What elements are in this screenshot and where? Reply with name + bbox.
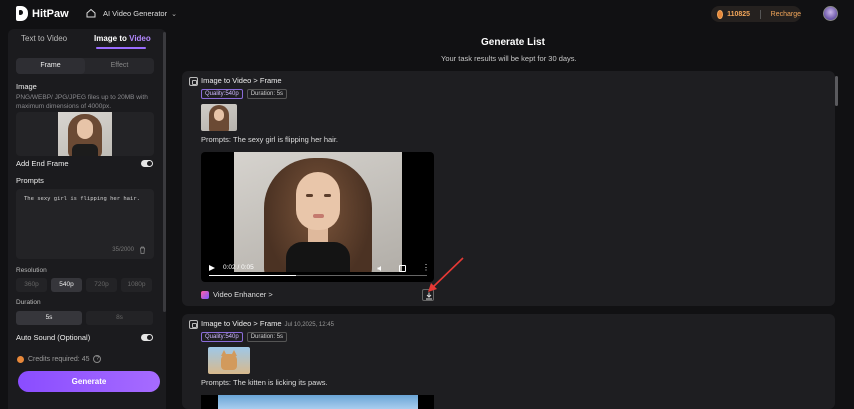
resolution-360p[interactable]: 360p (16, 278, 47, 292)
resolution-720p[interactable]: 720p (86, 278, 117, 292)
more-options-icon[interactable]: ⋮ (422, 264, 430, 272)
coin-icon (17, 355, 24, 363)
video-progress-bar[interactable] (209, 274, 427, 276)
task-source-thumbnail[interactable] (201, 104, 237, 131)
duration-badge: Duration: 5s (246, 89, 288, 99)
duration-5s[interactable]: 5s (16, 311, 82, 325)
info-icon[interactable]: ? (93, 355, 102, 363)
resolution-options: 360p 540p 720p 1080p (16, 278, 152, 292)
video-enhancer-link[interactable]: Video Enhancer > (201, 290, 273, 299)
video-time: 0:02 / 0:05 (223, 264, 254, 271)
top-bar: HitPaw AI Video Generator ⌄ 110825 Recha… (0, 0, 854, 28)
tab-image-label: Image to (94, 34, 130, 43)
video-frame (234, 152, 402, 272)
generator-tabs: Text to Video Image to Video (8, 29, 166, 49)
credits-pill[interactable]: 110825 Recharge (711, 6, 801, 22)
task-title: Image to Video > Frame Jul 10,2025, 12:45 (201, 319, 334, 328)
duration-options: 5s 8s (16, 311, 153, 325)
uploaded-image (58, 112, 112, 156)
auto-sound-toggle[interactable] (141, 334, 153, 341)
coin-icon (717, 9, 724, 19)
video-player[interactable] (201, 395, 434, 409)
mode-segment: Frame Effect (16, 58, 154, 74)
image-to-video-icon (189, 77, 198, 86)
mode-frame[interactable]: Frame (16, 58, 85, 74)
task-date: Jul 10,2025, 12:45 (284, 322, 334, 328)
task-badges: Quality:540p Duration: 5s (201, 332, 288, 342)
recharge-button[interactable]: Recharge (771, 11, 801, 18)
credits-required: Credits required: 45 ? (17, 355, 102, 363)
end-frame-label: Add End Frame (16, 159, 69, 168)
duration-8s[interactable]: 8s (86, 311, 153, 325)
duration-label: Duration (16, 299, 41, 306)
video-enhancer-icon (201, 290, 209, 299)
task-badges: Quality:540p Duration: 5s (201, 89, 288, 99)
prompt-text: The sexy girl is flipping her hair. (24, 196, 140, 202)
resolution-label: Resolution (16, 267, 47, 274)
main-scrollbar[interactable] (835, 76, 838, 106)
image-upload-area[interactable] (16, 112, 154, 156)
video-controls: 0:02 / 0:05 ⋮ (201, 260, 434, 282)
page-subtitle: Your task results will be kept for 30 da… (441, 54, 577, 63)
fullscreen-icon[interactable] (399, 265, 406, 272)
task-card: Image to Video > Frame Quality:540p Dura… (182, 71, 835, 306)
task-source-thumbnail[interactable] (208, 347, 250, 374)
prompt-input[interactable]: The sexy girl is flipping her hair. 35/2… (16, 189, 154, 259)
page-title: Generate List (481, 37, 545, 48)
active-tab-indicator (96, 47, 146, 49)
prompts-label: Prompts (16, 176, 44, 185)
user-avatar[interactable] (823, 6, 838, 21)
generate-button[interactable]: Generate (18, 371, 160, 392)
resolution-540p[interactable]: 540p (51, 278, 82, 292)
credit-balance: 110825 (727, 10, 751, 18)
resolution-1080p[interactable]: 1080p (121, 278, 152, 292)
image-label: Image (16, 82, 37, 91)
volume-icon[interactable] (377, 265, 384, 272)
ai-video-generator-menu[interactable]: AI Video Generator ⌄ (103, 9, 177, 18)
divider (760, 9, 761, 19)
tab-image-to-video[interactable]: Image to Video (94, 34, 151, 43)
download-button[interactable] (422, 289, 434, 301)
hitpaw-logo-icon (16, 6, 28, 21)
nav-label: AI Video Generator (103, 9, 168, 18)
credits-required-text: Credits required: 45 (28, 355, 90, 363)
end-frame-toggle[interactable] (141, 160, 153, 167)
sidebar-scrollbar[interactable] (163, 32, 166, 312)
mode-effect[interactable]: Effect (85, 58, 154, 74)
auto-sound-label: Auto Sound (Optional) (16, 333, 91, 342)
tab-video-label: Video (129, 34, 151, 43)
duration-badge: Duration: 5s (246, 332, 288, 342)
prompt-counter: 35/2000 (112, 247, 134, 253)
brand-name: HitPaw (32, 7, 69, 20)
quality-badge: Quality:540p (201, 89, 243, 99)
task-prompt: Prompts: The kitten is licking its paws. (201, 378, 328, 387)
generator-panel: Text to Video Image to Video Frame Effec… (8, 29, 166, 409)
tab-text-to-video[interactable]: Text to Video (21, 34, 67, 43)
video-enhancer-label: Video Enhancer > (213, 290, 273, 299)
image-hint: PNG/WEBP/ JPG/JPEG files up to 20MB with… (16, 94, 148, 110)
video-player[interactable]: 0:02 / 0:05 ⋮ (201, 152, 434, 282)
quality-badge: Quality:540p (201, 332, 243, 342)
home-icon[interactable] (86, 8, 96, 18)
trash-icon[interactable] (139, 246, 146, 254)
chevron-down-icon: ⌄ (171, 10, 177, 18)
image-to-video-icon (189, 320, 198, 329)
brand-logo[interactable]: HitPaw (16, 6, 69, 21)
task-title: Image to Video > Frame (201, 76, 282, 85)
task-card: Image to Video > Frame Jul 10,2025, 12:45… (182, 314, 835, 409)
task-prompt: Prompts: The sexy girl is flipping her h… (201, 135, 339, 144)
play-icon[interactable] (209, 265, 215, 271)
download-icon (426, 292, 432, 300)
